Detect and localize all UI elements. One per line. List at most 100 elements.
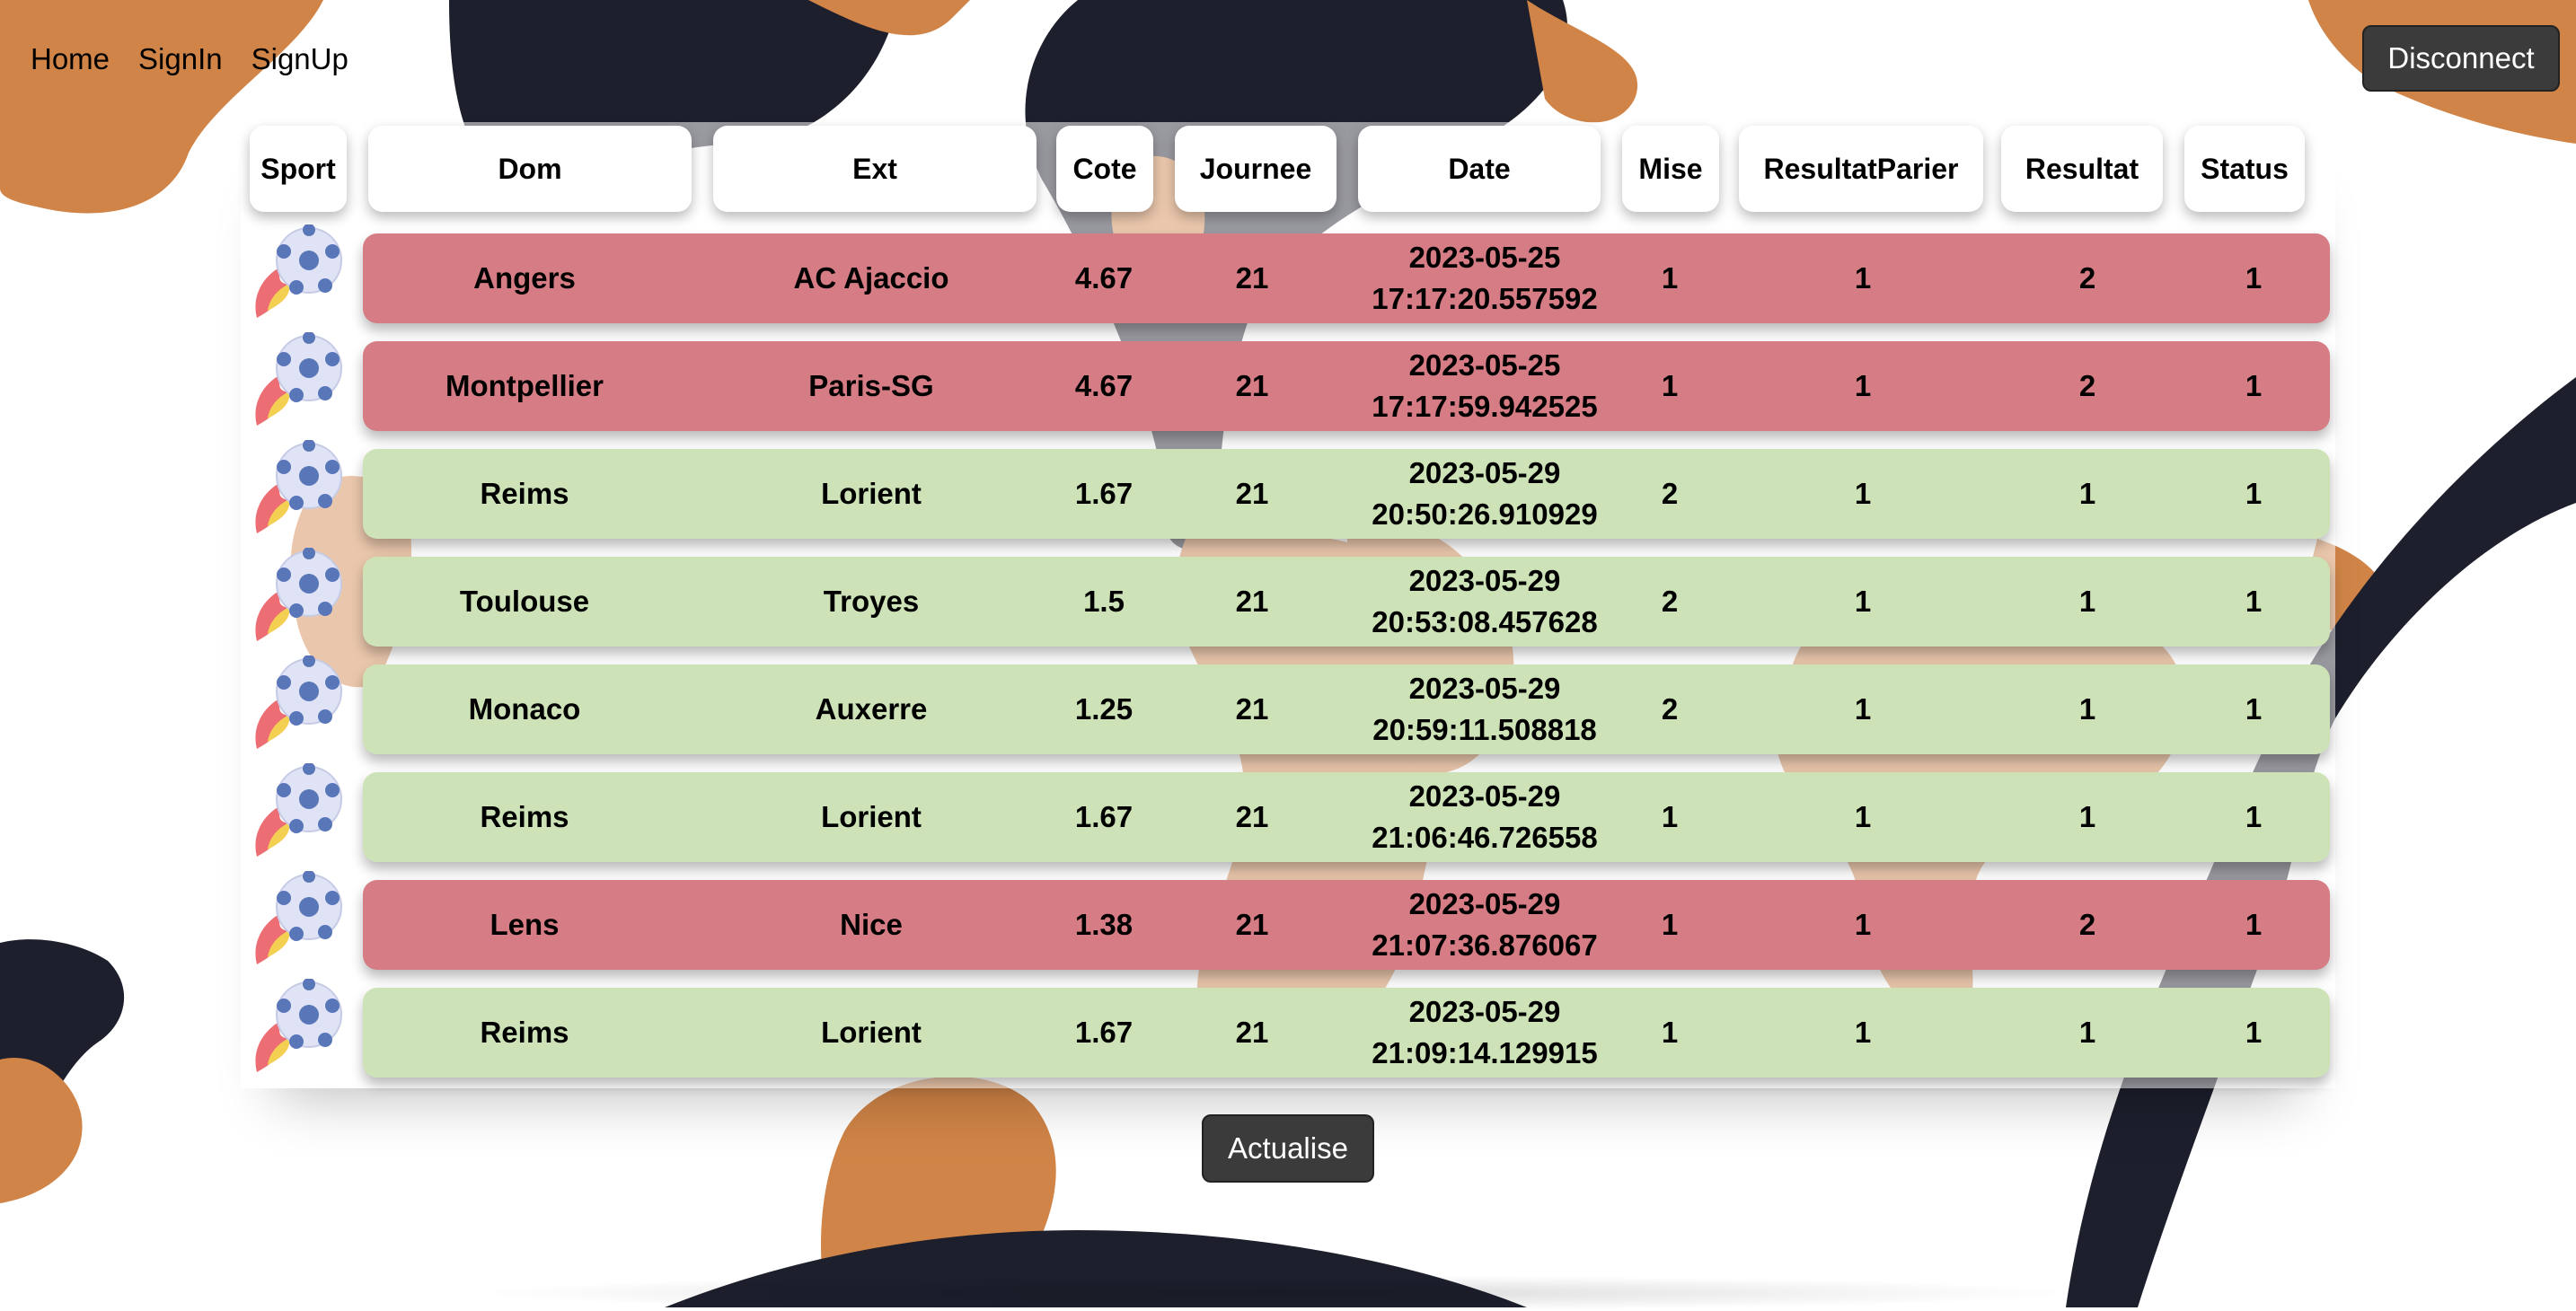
- soccer-ball-flame-icon: [241, 656, 357, 763]
- cell-ext: Lorient: [821, 1016, 922, 1049]
- nav-home-link[interactable]: Home: [31, 40, 110, 79]
- cell-date: 2023-05-29 20:53:08.457628: [1354, 557, 1615, 647]
- top-nav: Home SignIn SignUp: [31, 40, 377, 79]
- cell-date: 2023-05-25 17:17:59.942525: [1354, 341, 1615, 431]
- cell-dom: Monaco: [468, 692, 581, 726]
- cell-status: 1: [2245, 800, 2263, 833]
- cell-date: 2023-05-29 21:06:46.726558: [1354, 772, 1615, 862]
- cell-journee: 21: [1235, 369, 1269, 402]
- soccer-ball-flame-icon: [241, 763, 357, 871]
- cell-resultat: 1: [2078, 585, 2096, 618]
- soccer-ball-flame-icon: [241, 548, 357, 656]
- cell-date: 2023-05-29 21:09:14.129915: [1354, 988, 1615, 1078]
- header-mise: Mise: [1622, 126, 1719, 212]
- header-resultat: Resultat: [2001, 126, 2163, 212]
- table-row: Toulouse Troyes 1.5 21 2023-05-29 20:53:08.45…: [363, 557, 2330, 647]
- header-cote: Cote: [1056, 126, 1153, 212]
- nav-signup-link[interactable]: SignUp: [251, 40, 348, 79]
- cell-dom: Lens: [490, 908, 560, 941]
- cell-resultat: 2: [2078, 908, 2096, 941]
- cell-resultat: 2: [2078, 369, 2096, 402]
- table-row: Monaco Auxerre 1.25 21 2023-05-29 20:59:11.50…: [363, 664, 2330, 754]
- soccer-ball-flame-icon: [241, 440, 357, 548]
- soccer-ball-flame-icon: [241, 979, 357, 1087]
- cell-status: 1: [2245, 369, 2263, 402]
- cell-cote: 1.5: [1083, 585, 1125, 618]
- cell-dom: Angers: [473, 261, 576, 295]
- cell-mise: 1: [1661, 1016, 1679, 1049]
- cell-date-day: 2023-05-29: [1408, 456, 1561, 489]
- cell-journee: 21: [1235, 800, 1269, 833]
- cell-resultat-parier: 1: [1854, 261, 1872, 295]
- cell-date-day: 2023-05-29: [1408, 995, 1561, 1028]
- cell-journee: 21: [1235, 261, 1269, 295]
- cell-dom: Reims: [480, 1016, 569, 1049]
- cell-ext: Troyes: [823, 585, 920, 618]
- cell-dom: Toulouse: [459, 585, 590, 618]
- cell-cote: 1.67: [1074, 1016, 1134, 1049]
- cell-mise: 2: [1661, 692, 1679, 726]
- cell-date: 2023-05-29 20:50:26.910929: [1354, 449, 1615, 539]
- cell-resultat: 1: [2078, 1016, 2096, 1049]
- cell-journee: 21: [1235, 908, 1269, 941]
- cell-journee: 21: [1235, 1016, 1269, 1049]
- cell-date-day: 2023-05-29: [1408, 672, 1561, 705]
- cell-resultat: 1: [2078, 692, 2096, 726]
- cell-dom: Montpellier: [445, 369, 604, 402]
- cell-ext: AC Ajaccio: [793, 261, 949, 295]
- soccer-ball-flame-icon: [241, 871, 357, 979]
- cell-resultat-parier: 1: [1854, 692, 1872, 726]
- cell-ext: Nice: [840, 908, 903, 941]
- header-dom: Dom: [368, 126, 692, 212]
- disconnect-button[interactable]: Disconnect: [2362, 25, 2560, 92]
- cell-resultat: 1: [2078, 477, 2096, 510]
- cell-dom: Reims: [480, 800, 569, 833]
- cell-date-time: 21:07:36.876067: [1372, 928, 1598, 962]
- cell-date: 2023-05-29 21:07:36.876067: [1354, 880, 1615, 970]
- cell-date-time: 20:50:26.910929: [1372, 497, 1598, 531]
- table-row: Reims Lorient 1.67 21 2023-05-29 21:09:14.129…: [363, 988, 2330, 1078]
- cell-journee: 21: [1235, 692, 1269, 726]
- header-sport: Sport: [250, 126, 347, 212]
- header-resultat-parier: ResultatParier: [1739, 126, 1983, 212]
- cell-ext: Lorient: [821, 477, 922, 510]
- bets-table: Sport Dom Ext Cote Journee Date Mise Res…: [241, 122, 2335, 1088]
- cell-resultat-parier: 1: [1854, 477, 1872, 510]
- cell-status: 1: [2245, 585, 2263, 618]
- cell-mise: 2: [1661, 477, 1679, 510]
- cell-mise: 1: [1661, 261, 1679, 295]
- cell-date-time: 17:17:20.557592: [1372, 282, 1598, 315]
- header-status: Status: [2184, 126, 2305, 212]
- table-row: Reims Lorient 1.67 21 2023-05-29 21:06:46.726…: [363, 772, 2330, 862]
- cell-journee: 21: [1235, 585, 1269, 618]
- cell-resultat-parier: 1: [1854, 1016, 1872, 1049]
- cell-ext: Lorient: [821, 800, 922, 833]
- cell-resultat: 1: [2078, 800, 2096, 833]
- cell-status: 1: [2245, 261, 2263, 295]
- cell-date-time: 20:59:11.508818: [1372, 713, 1597, 746]
- bottom-shadow: [467, 1275, 2084, 1311]
- cell-mise: 1: [1661, 800, 1679, 833]
- cell-ext: Paris-SG: [808, 369, 934, 402]
- cell-resultat: 2: [2078, 261, 2096, 295]
- cell-cote: 1.67: [1074, 477, 1134, 510]
- header-date: Date: [1358, 126, 1601, 212]
- cell-date-day: 2023-05-25: [1408, 241, 1561, 274]
- cell-ext: Auxerre: [815, 692, 928, 726]
- nav-signin-link[interactable]: SignIn: [138, 40, 223, 79]
- cell-mise: 1: [1661, 369, 1679, 402]
- cell-date: 2023-05-25 17:17:20.557592: [1354, 233, 1615, 323]
- header-ext: Ext: [713, 126, 1037, 212]
- table-row: Angers AC Ajaccio 4.67 21 2023-05-25 17:17:20…: [363, 233, 2330, 323]
- cell-journee: 21: [1235, 477, 1269, 510]
- cell-resultat-parier: 1: [1854, 585, 1872, 618]
- cell-status: 1: [2245, 692, 2263, 726]
- cell-date-time: 21:06:46.726558: [1372, 821, 1598, 854]
- table-row: Reims Lorient 1.67 21 2023-05-29 20:50:26.910…: [363, 449, 2330, 539]
- cell-status: 1: [2245, 908, 2263, 941]
- actualise-button[interactable]: Actualise: [1202, 1114, 1374, 1183]
- cell-resultat-parier: 1: [1854, 908, 1872, 941]
- cell-dom: Reims: [480, 477, 569, 510]
- cell-cote: 1.38: [1074, 908, 1134, 941]
- cell-date-day: 2023-05-29: [1408, 564, 1561, 597]
